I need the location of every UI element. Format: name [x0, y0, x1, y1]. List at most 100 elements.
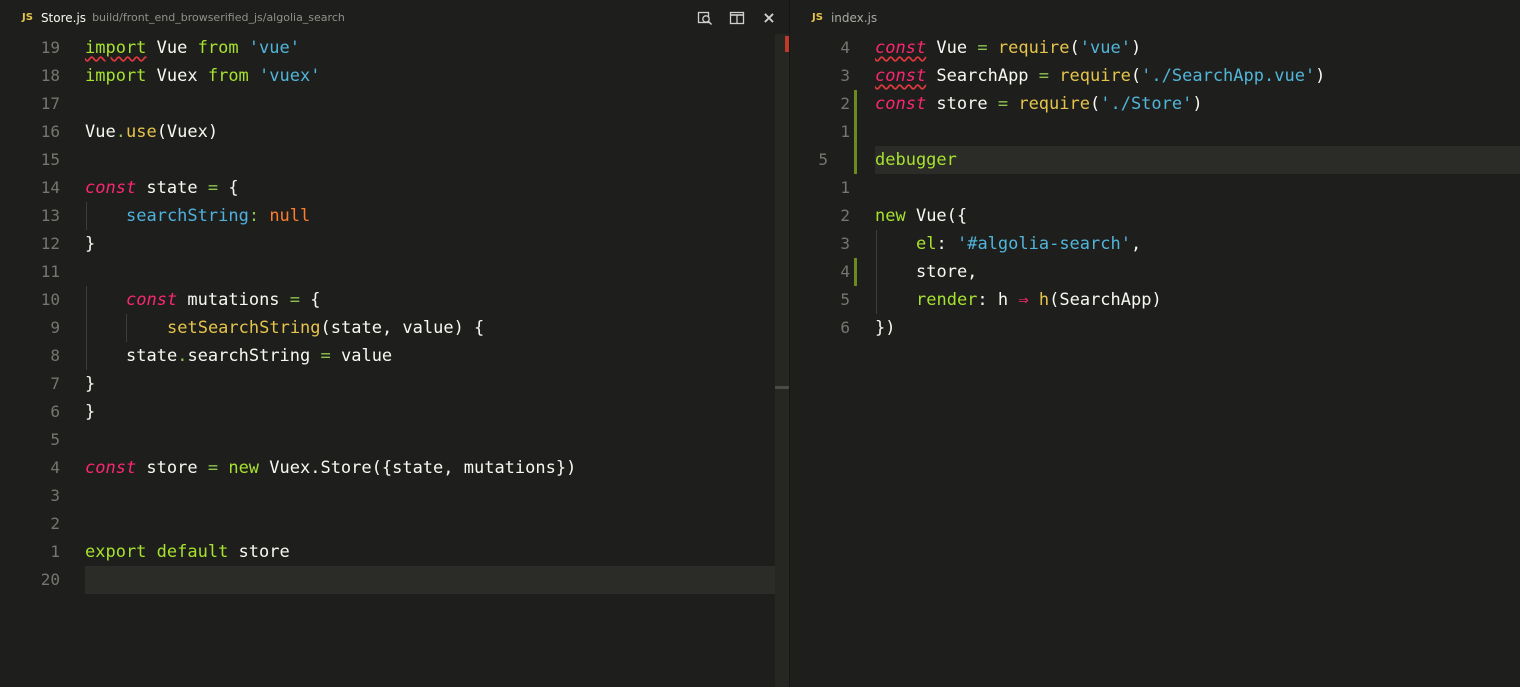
code-token: ⇒	[1018, 290, 1029, 310]
code-line: 6})	[790, 314, 1520, 342]
code-token: (	[1130, 66, 1142, 86]
line-text: el: '#algolia-search',	[916, 230, 1141, 258]
code-token: 'vue'	[238, 38, 300, 58]
code-token: '#algolia-search'	[946, 234, 1131, 254]
line-text: import Vue from 'vue'	[85, 34, 300, 62]
line-number: 3	[840, 66, 850, 85]
code-token: value	[330, 346, 393, 366]
code-token: const	[85, 178, 137, 198]
find-in-project-icon[interactable]	[696, 9, 714, 27]
code-token: Vue	[85, 122, 116, 142]
tab-actions: ×	[696, 9, 778, 27]
code-token: setSearchString	[167, 318, 321, 338]
code-token: }	[85, 402, 96, 422]
code-token: state	[126, 346, 178, 366]
line-text: new Vue({	[875, 202, 967, 230]
code-token: debugger	[875, 150, 957, 170]
code-token: import	[85, 38, 147, 58]
left-scrollbar[interactable]	[775, 34, 789, 687]
code-token: const	[875, 66, 927, 86]
right-code-area[interactable]: 4 const Vue = require('vue') 3 const Search…	[790, 34, 1520, 687]
code-token: (Vuex)	[156, 122, 219, 142]
code-token: .	[115, 122, 126, 142]
tab-store-js[interactable]: JS Store.js build/front_end_browserified…	[22, 0, 345, 35]
code-token: 'vuex'	[248, 66, 321, 86]
code-token: null	[259, 206, 311, 226]
scrollbar-thumb[interactable]	[775, 386, 789, 389]
code-line: 4 store,	[790, 258, 1520, 286]
code-line: 8 state.searchString = value	[0, 342, 790, 370]
code-token: :	[936, 234, 947, 254]
code-line: 14 const state = {	[0, 174, 790, 202]
line-number: 12	[40, 234, 60, 253]
line-text: const store = require('./Store')	[875, 90, 1203, 118]
line-text: import Vuex from 'vuex'	[85, 62, 320, 90]
line-number: 10	[40, 290, 60, 309]
code-token: el	[916, 234, 937, 254]
code-token: (SearchApp)	[1049, 290, 1162, 310]
code-line: 2 new Vue({	[790, 202, 1520, 230]
line-number: 1	[840, 122, 850, 141]
line-number: 6	[840, 318, 850, 337]
line-number: 2	[840, 94, 850, 113]
line-number: 17	[40, 94, 60, 113]
line-number: 18	[40, 66, 60, 85]
right-tab-bar: JS index.js	[790, 0, 1520, 35]
code-token: =	[207, 178, 219, 198]
left-editor-pane: JS Store.js build/front_end_browserified…	[0, 0, 790, 687]
split-pane-icon[interactable]	[728, 9, 746, 27]
code-line: 3 el: '#algolia-search',	[790, 230, 1520, 258]
code-token: =	[207, 458, 219, 478]
tab-path: build/front_end_browserified_js/algolia_…	[92, 11, 345, 24]
code-token: Vuex.Store({state, mutations})	[259, 458, 577, 478]
code-line: 1	[790, 174, 1520, 202]
js-file-icon: JS	[812, 12, 823, 23]
code-line: 5	[0, 426, 790, 454]
tab-index-js[interactable]: JS index.js	[812, 0, 877, 35]
line-text: export default store	[85, 538, 290, 566]
code-token: require	[1008, 94, 1090, 114]
line-text: const Vue = require('vue')	[875, 34, 1141, 62]
indent-guide	[876, 230, 877, 314]
code-token: store	[136, 458, 208, 478]
line-text: }	[85, 230, 95, 258]
code-token: ,	[1130, 234, 1142, 254]
code-token: =	[977, 38, 988, 58]
code-token: store	[926, 94, 998, 114]
code-token: }	[85, 234, 96, 254]
code-token: =	[320, 346, 331, 366]
code-token: require	[1049, 66, 1131, 86]
code-line: 15	[0, 146, 790, 174]
code-token: Vue	[146, 38, 198, 58]
line-number: 19	[40, 38, 60, 57]
code-token: h	[987, 290, 1019, 310]
code-token: store	[228, 542, 290, 562]
code-token: SearchApp	[926, 66, 1039, 86]
indent-guide	[86, 202, 87, 230]
code-token: const	[875, 94, 927, 114]
code-line: 3 const SearchApp = require('./SearchApp.…	[790, 62, 1520, 90]
close-icon[interactable]: ×	[760, 9, 778, 27]
code-line: 16 Vue.use(Vuex)	[0, 118, 790, 146]
code-line: 19 import Vue from 'vue'	[0, 34, 790, 62]
code-token: :	[248, 206, 260, 226]
code-token: }	[85, 374, 96, 394]
line-text: }	[85, 398, 95, 426]
code-token: searchString	[126, 206, 249, 226]
line-number: 14	[40, 178, 60, 197]
left-code-area[interactable]: 19 import Vue from 'vue' 18 import Vuex fro…	[0, 34, 790, 687]
code-token: )	[1315, 66, 1326, 86]
code-token: require	[987, 38, 1070, 58]
code-line: 4 const Vue = require('vue')	[790, 34, 1520, 62]
left-tab-bar: JS Store.js build/front_end_browserified…	[0, 0, 790, 35]
line-number: 15	[40, 150, 60, 169]
code-token: searchString	[187, 346, 321, 366]
line-number: 16	[40, 122, 60, 141]
code-line: 5 render: h ⇒ h(SearchApp)	[790, 286, 1520, 314]
code-token: new	[218, 458, 260, 478]
line-number: 3	[840, 234, 850, 253]
line-text: debugger	[875, 146, 957, 174]
line-text: state.searchString = value	[126, 342, 392, 370]
line-text: searchString: null	[126, 202, 310, 230]
code-token: const	[126, 290, 178, 310]
